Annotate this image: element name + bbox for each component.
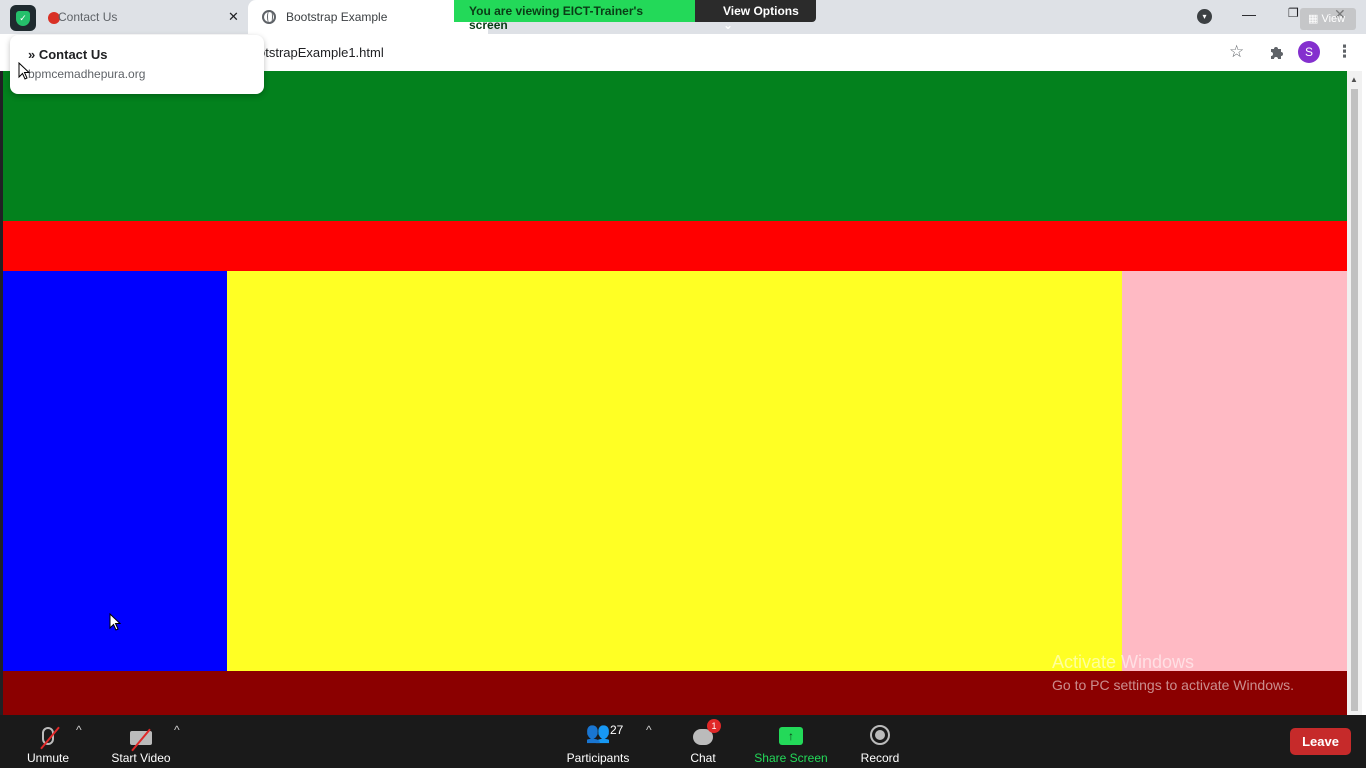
scroll-thumb[interactable]	[1351, 89, 1358, 711]
tab-contact-us[interactable]: Contact Us ✕	[0, 0, 248, 34]
profile-avatar[interactable]: S	[1298, 41, 1320, 63]
center-column-block	[227, 271, 1122, 671]
globe-icon	[262, 10, 276, 24]
participant-count: 27	[610, 723, 624, 737]
tab-search-icon[interactable]: ▾	[1197, 9, 1212, 24]
right-column-block	[1122, 271, 1347, 671]
tab-label: Contact Us	[58, 10, 118, 24]
share-screen-label: Share Screen	[754, 751, 828, 765]
left-column-block	[3, 271, 227, 671]
tab-close-icon[interactable]: ✕	[228, 9, 239, 25]
audio-options-caret-icon[interactable]: ^	[76, 723, 82, 737]
chat-icon: 1	[693, 719, 721, 745]
participants-caret-icon[interactable]: ^	[646, 723, 652, 737]
chat-label: Chat	[690, 751, 716, 765]
restore-icon[interactable]: ❐	[1288, 6, 1299, 20]
zoom-control-bar: Unmute ^ Start Video ^ 👥 27 Participants…	[0, 715, 1366, 768]
view-options-button[interactable]: View Options ⌄	[695, 0, 816, 32]
chat-badge: 1	[707, 719, 721, 733]
view-button-label: View	[1321, 13, 1346, 25]
tooltip-domain: bpmcemadhepura.org	[28, 67, 146, 81]
share-message: You are viewing EICT-Trainer's screen	[454, 0, 695, 32]
nav-block	[3, 221, 1347, 271]
grid-icon: ▦	[1308, 13, 1322, 25]
tab-bootstrap-example[interactable]: Bootstrap Example	[248, 0, 488, 34]
record-button[interactable]: Record	[856, 715, 904, 768]
participants-label: Participants	[566, 751, 630, 765]
leave-button[interactable]: Leave	[1290, 728, 1351, 755]
unmute-label: Unmute	[26, 751, 70, 765]
activate-windows-watermark: Activate Windows Go to PC settings to ac…	[1052, 652, 1294, 693]
window-edge	[1362, 71, 1366, 715]
video-off-icon	[130, 728, 152, 752]
screen: ✓ Contact Us ✕ Bootstrap Example ▾ — ❐ ✕…	[0, 0, 1366, 768]
view-button[interactable]: ▦ View	[1300, 8, 1356, 30]
star-icon[interactable]: ☆	[1229, 42, 1244, 62]
screen-share-banner: You are viewing EICT-Trainer's screen Vi…	[454, 0, 816, 32]
cursor-icon	[109, 613, 121, 631]
cursor-icon	[18, 62, 30, 80]
web-page-content	[3, 71, 1347, 715]
tooltip-title: » Contact Us	[28, 47, 108, 62]
page-scrollbar[interactable]: ▲	[1347, 71, 1362, 715]
share-screen-button[interactable]: ↑ Share Screen	[752, 715, 830, 768]
participants-icon: 👥	[585, 722, 611, 744]
address-bar[interactable]: otstrapExample1.html	[258, 45, 384, 60]
record-label: Record	[860, 751, 900, 765]
tab-hover-tooltip: » Contact Us bpmcemadhepura.org	[10, 35, 264, 94]
watermark-title: Activate Windows	[1052, 652, 1195, 672]
video-options-caret-icon[interactable]: ^	[174, 723, 180, 737]
microphone-muted-icon	[40, 726, 60, 750]
watermark-subtitle: Go to PC settings to activate Windows.	[1052, 677, 1294, 693]
participants-button[interactable]: 👥 27 Participants	[562, 715, 634, 768]
scroll-up-icon[interactable]: ▲	[1350, 75, 1358, 84]
tab-label: Bootstrap Example	[286, 10, 388, 24]
puzzle-icon[interactable]	[1269, 44, 1285, 60]
kebab-menu-icon[interactable]: ⋮	[1336, 42, 1353, 62]
start-video-label: Start Video	[111, 751, 171, 765]
unmute-button[interactable]: Unmute	[20, 715, 76, 768]
start-video-button[interactable]: Start Video	[108, 715, 174, 768]
chat-button[interactable]: 1 Chat	[682, 715, 724, 768]
record-icon	[870, 725, 890, 745]
share-screen-icon: ↑	[779, 727, 803, 745]
minimize-icon[interactable]: —	[1242, 6, 1256, 22]
